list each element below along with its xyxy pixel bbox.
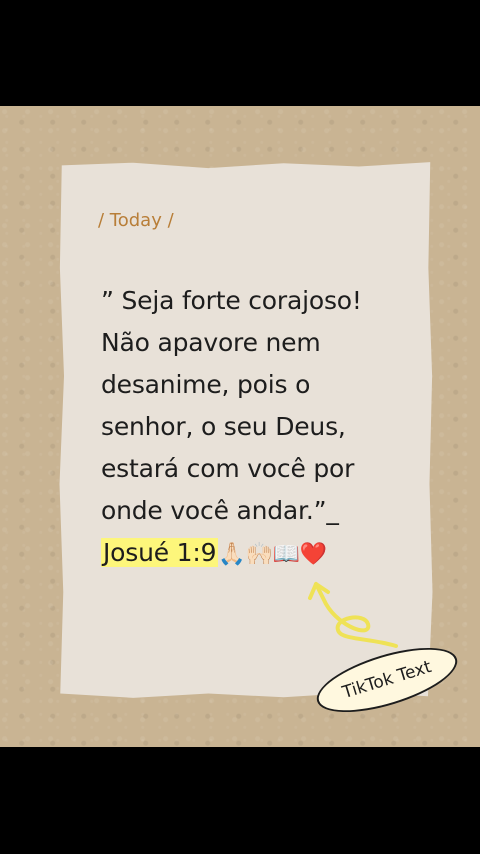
bible-quote: ” Seja forte corajoso! Não apavore nem d… <box>101 280 401 576</box>
quote-line-5: estará com você por <box>101 454 355 483</box>
curved-arrow-icon <box>308 582 398 648</box>
quote-line-1: ” Seja forte corajoso! <box>101 286 362 315</box>
quote-line-6: onde você andar.”_ <box>101 496 339 525</box>
today-label: / Today / <box>98 210 174 231</box>
reference-highlight: Josué 1:9 <box>101 538 219 567</box>
quote-line-2: Não apavore nem <box>101 328 321 357</box>
quote-line-4: senhor, o seu Deus, <box>101 412 346 441</box>
emoji-group: 🙏🏻🙌🏻📖❤️ <box>218 542 328 567</box>
quote-line-3: desanime, pois o <box>101 370 311 399</box>
